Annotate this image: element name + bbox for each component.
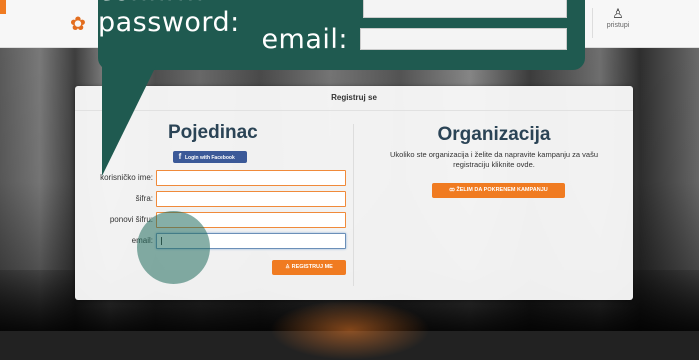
tooltip-email-label: email: bbox=[261, 23, 348, 55]
tooltip-pointer bbox=[102, 66, 156, 176]
person-icon: ♙ bbox=[612, 7, 624, 22]
start-campaign-label: ŽELIM DA POKRENEM KAMPANJU bbox=[456, 187, 548, 193]
tooltip-confirm-box bbox=[363, 0, 567, 18]
confirm-password-label: ponovi šifru: bbox=[109, 215, 153, 224]
register-button[interactable]: ♙ REGISTRUJ ME bbox=[272, 260, 346, 275]
facebook-login-label: Login with Facebook bbox=[185, 155, 235, 161]
tooltip-row-confirm: confirm password: bbox=[98, 0, 567, 38]
nav-divider bbox=[592, 8, 593, 38]
orange-corner-mark bbox=[0, 0, 6, 14]
background-glow bbox=[270, 300, 430, 360]
site-logo-icon[interactable]: ✿ bbox=[68, 14, 88, 34]
facebook-login-button[interactable]: f Login with Facebook bbox=[173, 151, 247, 163]
organization-heading: Organizacija bbox=[437, 124, 551, 145]
password-label: šifra: bbox=[135, 194, 153, 203]
login-button[interactable]: ♙ pristupi bbox=[598, 7, 638, 30]
tooltip-row-email: email: bbox=[261, 23, 567, 55]
username-input[interactable] bbox=[156, 170, 346, 186]
field-tooltip: confirm password: email: bbox=[98, 0, 585, 70]
login-label: pristupi bbox=[606, 22, 630, 29]
start-campaign-button[interactable]: ꝏ ŽELIM DA POKRENEM KAMPANJU bbox=[432, 183, 565, 198]
panel-title: Registruj se bbox=[75, 86, 633, 111]
organization-description: Ukoliko ste organizacija i želite da nap… bbox=[389, 150, 599, 169]
register-button-label: REGISTRUJ ME bbox=[291, 264, 333, 270]
password-input[interactable] bbox=[156, 191, 346, 207]
touch-indicator bbox=[137, 211, 210, 284]
individual-heading: Pojedinac bbox=[168, 122, 258, 143]
facebook-icon: f bbox=[178, 152, 182, 161]
tooltip-email-box bbox=[360, 28, 567, 50]
